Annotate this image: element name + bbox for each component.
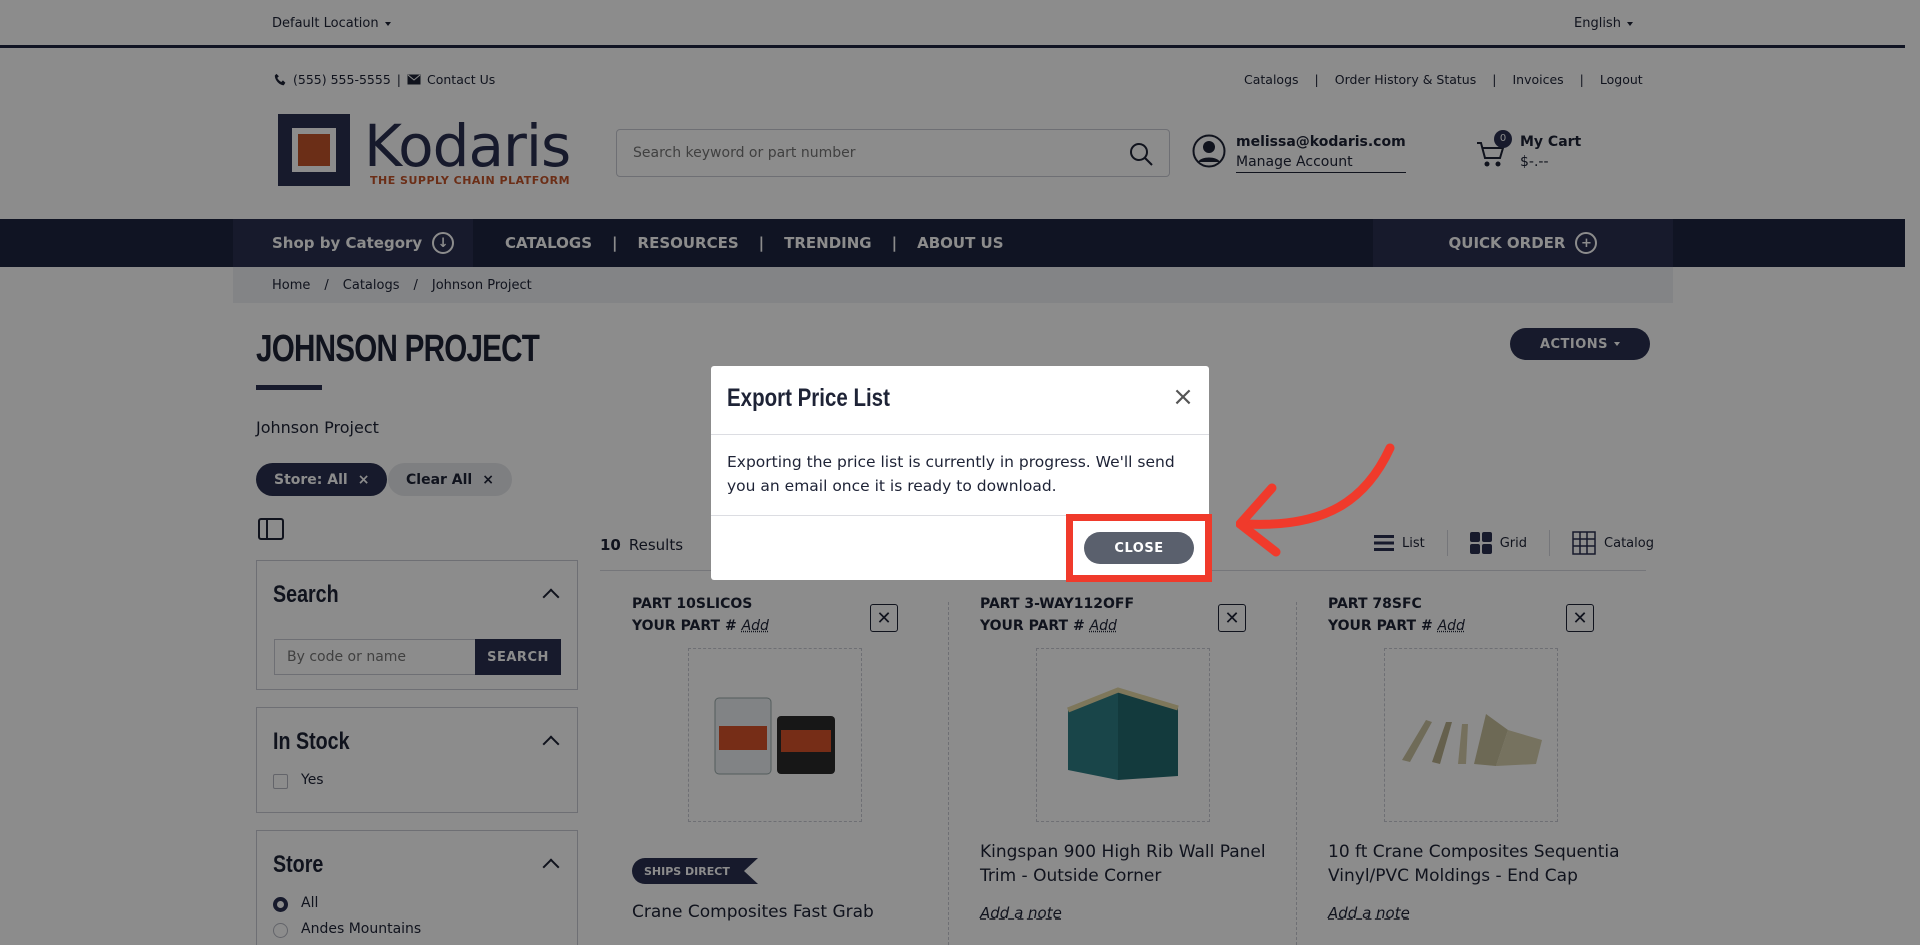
annotation-arrow-icon [1236, 443, 1395, 557]
annotation-highlight-box [1066, 514, 1212, 582]
close-icon[interactable]: × [1171, 384, 1195, 410]
modal-title: Export Price List [727, 384, 890, 412]
modal-message: Exporting the price list is currently in… [727, 453, 1175, 495]
